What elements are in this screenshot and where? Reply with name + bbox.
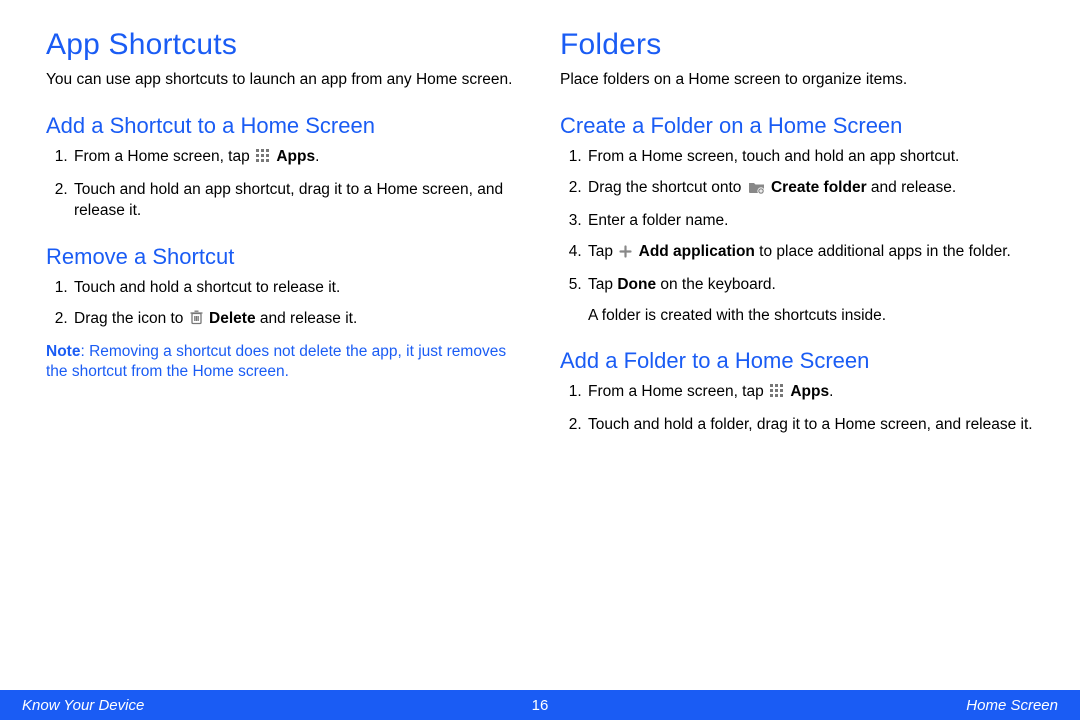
step: Drag the shortcut onto Create folder and… (586, 178, 1034, 201)
create-result: A folder is created with the shortcuts i… (588, 306, 1034, 327)
text: From a Home screen, tap (588, 383, 768, 400)
done-label: Done (617, 276, 656, 293)
heading-add-folder: Add a Folder to a Home Screen (560, 348, 1034, 374)
steps-create-folder: From a Home screen, touch and hold an ap… (560, 147, 1034, 327)
apps-label: Apps (790, 383, 829, 400)
text: Tap (588, 276, 617, 293)
add-plus-icon (619, 244, 632, 265)
step: Touch and hold an app shortcut, drag it … (72, 180, 520, 222)
steps-add-shortcut: From a Home screen, tap Apps. Touch and … (46, 147, 520, 222)
delete-trash-icon (190, 310, 203, 332)
intro-app-shortcuts: You can use app shortcuts to launch an a… (46, 70, 520, 91)
text: Tap (588, 243, 617, 260)
footer-left: Know Your Device (22, 697, 144, 714)
apps-grid-icon (770, 384, 784, 405)
step: From a Home screen, touch and hold an ap… (586, 147, 1034, 168)
intro-folders: Place folders on a Home screen to organi… (560, 70, 1034, 91)
add-application-label: Add application (639, 243, 755, 260)
heading-app-shortcuts: App Shortcuts (46, 28, 520, 62)
heading-create-folder: Create a Folder on a Home Screen (560, 113, 1034, 139)
text: . (315, 148, 319, 165)
heading-folders: Folders (560, 28, 1034, 62)
text: and release it. (256, 310, 358, 327)
step: Touch and hold a shortcut to release it. (72, 278, 520, 299)
heading-remove-shortcut: Remove a Shortcut (46, 244, 520, 270)
note-remove-shortcut: Note: Removing a shortcut does not delet… (46, 342, 520, 384)
page-footer: Know Your Device 16 Home Screen (0, 690, 1080, 720)
footer-right: Home Screen (966, 697, 1058, 714)
heading-add-shortcut: Add a Shortcut to a Home Screen (46, 113, 520, 139)
create-folder-label: Create folder (771, 179, 867, 196)
text: . (829, 383, 833, 400)
steps-remove-shortcut: Touch and hold a shortcut to release it.… (46, 278, 520, 332)
text: Drag the icon to (74, 310, 188, 327)
right-column: Folders Place folders on a Home screen t… (560, 28, 1034, 446)
left-column: App Shortcuts You can use app shortcuts … (46, 28, 520, 446)
note-body: : Removing a shortcut does not delete th… (46, 343, 506, 381)
two-column-layout: App Shortcuts You can use app shortcuts … (46, 28, 1034, 446)
step: Drag the icon to Delete and release it. (72, 309, 520, 332)
note-label: Note (46, 343, 80, 360)
page-number: 16 (532, 697, 549, 714)
step: Touch and hold a folder, drag it to a Ho… (586, 415, 1034, 436)
apps-label: Apps (276, 148, 315, 165)
create-folder-icon (748, 180, 765, 201)
step: Tap Add application to place additional … (586, 242, 1034, 265)
apps-grid-icon (256, 149, 270, 170)
text: From a Home screen, tap (74, 148, 254, 165)
text: Drag the shortcut onto (588, 179, 746, 196)
step: Enter a folder name. (586, 211, 1034, 232)
text: on the keyboard. (656, 276, 776, 293)
step: From a Home screen, tap Apps. (586, 382, 1034, 405)
steps-add-folder: From a Home screen, tap Apps. Touch and … (560, 382, 1034, 436)
step: From a Home screen, tap Apps. (72, 147, 520, 170)
manual-page: App Shortcuts You can use app shortcuts … (0, 0, 1080, 720)
step: Tap Done on the keyboard. A folder is cr… (586, 275, 1034, 327)
delete-label: Delete (209, 310, 256, 327)
text: to place additional apps in the folder. (755, 243, 1011, 260)
text: and release. (867, 179, 957, 196)
